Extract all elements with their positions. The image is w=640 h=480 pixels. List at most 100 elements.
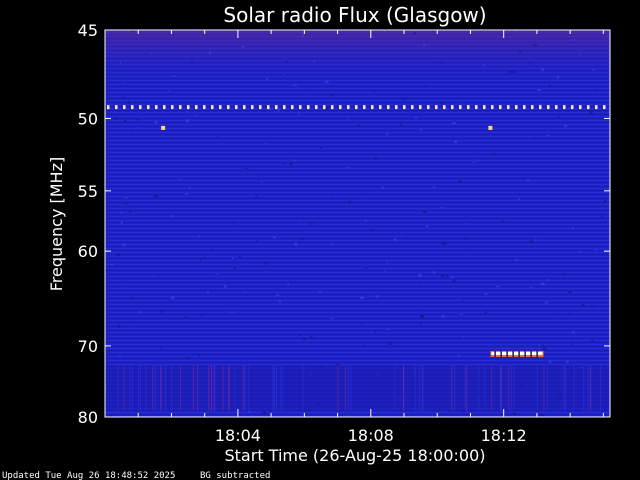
y-tick-label: 80 — [78, 408, 98, 427]
noise-speck — [572, 226, 574, 230]
noise-speck — [515, 258, 519, 261]
noise-speck — [375, 295, 379, 298]
interference-dot — [195, 105, 198, 110]
noise-streak — [228, 365, 230, 411]
noise-speck — [462, 336, 464, 339]
interference-dot — [459, 105, 462, 110]
noise-streak — [347, 365, 349, 411]
noise-speck — [241, 46, 245, 48]
noise-speck — [198, 354, 201, 357]
noise-speck — [526, 179, 531, 182]
noise-speck — [529, 286, 533, 289]
chart-title: Solar radio Flux (Glasgow) — [223, 3, 486, 27]
noise-speck — [424, 85, 427, 88]
noise-speck — [495, 286, 500, 288]
noise-speck — [313, 60, 315, 63]
noise-speck — [117, 324, 121, 328]
noise-speck — [538, 103, 542, 105]
noise-speck — [440, 206, 444, 209]
noise-streak — [242, 365, 244, 411]
noise-speck — [191, 60, 193, 63]
noise-speck — [168, 89, 170, 92]
interference-dot — [155, 105, 158, 110]
noise-speck — [360, 323, 363, 325]
noise-speck — [483, 64, 486, 67]
noise-speck — [571, 39, 576, 41]
noise-streak — [244, 365, 246, 411]
noise-speck — [446, 107, 448, 111]
noise-speck — [171, 296, 175, 299]
noise-speck — [518, 198, 521, 201]
x-axis-label: Start Time (26-Aug-25 18:00:00) — [225, 446, 486, 465]
noise-speck — [422, 211, 427, 214]
interference-dot — [275, 105, 278, 110]
noise-speck — [283, 74, 285, 76]
noise-speck — [215, 273, 218, 275]
noise-speck — [119, 355, 121, 358]
interference-dot — [251, 105, 254, 110]
interference-dot — [371, 105, 374, 110]
noise-speck — [120, 211, 123, 214]
noise-speck — [595, 89, 598, 91]
noise-streak — [513, 365, 515, 411]
noise-speck — [293, 84, 298, 87]
noise-speck — [548, 84, 552, 88]
noise-speck — [418, 273, 422, 277]
noise-speck — [420, 314, 424, 318]
interference-dot — [219, 105, 222, 110]
plot-background — [105, 30, 610, 417]
noise-streak — [161, 365, 163, 411]
interference-dot — [523, 105, 526, 110]
noise-speck — [347, 117, 350, 119]
noise-speck — [459, 313, 463, 316]
noise-speck — [200, 314, 204, 316]
noise-speck — [122, 287, 124, 289]
noise-speck — [300, 221, 302, 223]
interference-dot — [131, 105, 134, 110]
noise-streak — [208, 365, 210, 411]
noise-speck — [318, 290, 322, 293]
noise-streak — [394, 365, 396, 411]
noise-speck — [173, 75, 176, 77]
interference-dot — [539, 105, 542, 110]
noise-speck — [325, 80, 329, 84]
noise-speck — [464, 237, 467, 240]
y-tick-label: 70 — [78, 337, 98, 356]
noise-speck — [370, 229, 374, 232]
noise-streak — [117, 365, 119, 411]
interference-dot — [587, 105, 590, 110]
burst-tick — [530, 350, 532, 357]
interference-dot — [163, 105, 166, 110]
noise-speck — [557, 116, 561, 118]
interference-dot — [323, 105, 326, 110]
noise-streak — [154, 365, 156, 411]
noise-speck — [458, 97, 460, 99]
noise-speck — [150, 52, 153, 55]
noise-speck — [245, 167, 249, 170]
noise-speck — [492, 153, 496, 156]
noise-streak — [165, 365, 167, 411]
noise-streak — [454, 365, 456, 411]
noise-speck — [386, 260, 388, 263]
noise-speck — [402, 98, 407, 100]
noise-speck — [115, 117, 118, 120]
noise-streak — [484, 365, 486, 411]
noise-speck — [120, 221, 123, 224]
noise-speck — [330, 94, 334, 97]
interference-dot — [467, 105, 470, 110]
radio-burst — [491, 351, 543, 355]
updated-timestamp: Updated Tue Aug 26 18:48:52 2025 — [2, 471, 175, 480]
noise-speck — [120, 61, 122, 64]
noise-speck — [452, 279, 456, 282]
noise-speck — [511, 70, 516, 74]
interference-dot — [603, 105, 606, 110]
burst-tick — [500, 350, 502, 357]
noise-streak — [160, 365, 162, 411]
interference-dot — [483, 105, 486, 110]
noise-streak — [234, 365, 236, 411]
burst-tick — [512, 350, 514, 357]
y-tick-label: 60 — [78, 242, 98, 261]
noise-streak — [403, 365, 405, 411]
interference-dot — [595, 105, 598, 110]
noise-speck — [347, 200, 352, 204]
